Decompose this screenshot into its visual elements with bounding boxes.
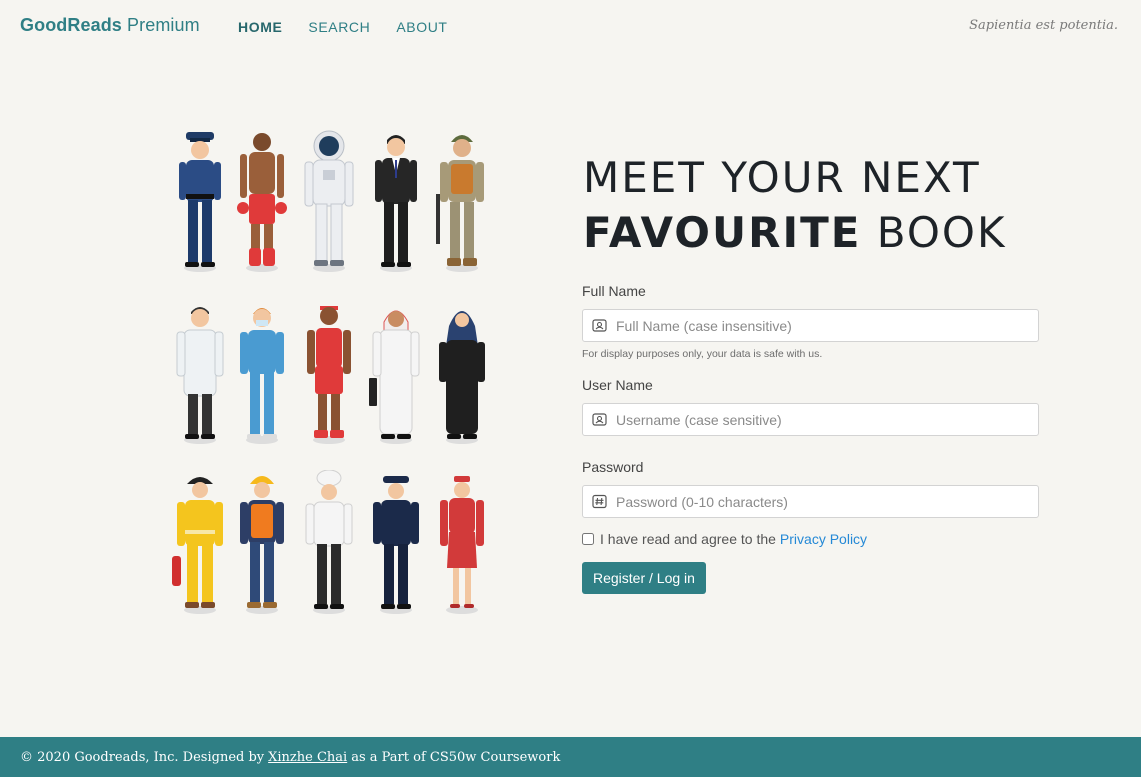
footer-copyright: © 2020 Goodreads, Inc. Designed by bbox=[20, 749, 265, 765]
privacy-policy-link[interactable]: Privacy Policy bbox=[780, 531, 867, 547]
privacy-agree-text: I have read and agree to the bbox=[600, 531, 776, 547]
privacy-agreement: I have read and agree to the Privacy Pol… bbox=[582, 531, 1039, 547]
astronaut-figure bbox=[301, 128, 357, 274]
full-name-input-group bbox=[582, 309, 1039, 342]
password-label: Password bbox=[582, 459, 644, 475]
professions-illustration bbox=[168, 128, 490, 618]
register-login-button[interactable]: Register / Log in bbox=[582, 562, 706, 594]
footer: © 2020 Goodreads, Inc. Designed by Xinzh… bbox=[0, 737, 1141, 777]
full-name-help-text: For display purposes only, your data is … bbox=[582, 348, 823, 360]
nav-about-link[interactable]: ABOUT bbox=[396, 19, 447, 35]
footer-suffix: as a Part of CS50w Coursework bbox=[351, 749, 561, 765]
hero-heading: MEET YOUR NEXT FAVOURITE BOOK bbox=[583, 150, 1007, 260]
full-name-input[interactable] bbox=[616, 310, 1034, 341]
hero-line-1: MEET YOUR NEXT bbox=[583, 153, 981, 202]
pilot-figure bbox=[368, 470, 424, 616]
footer-author-link[interactable]: Xinzhe Chai bbox=[268, 750, 347, 765]
person-card-icon bbox=[592, 413, 607, 426]
brand-suffix: Premium bbox=[127, 15, 200, 35]
businessman-figure bbox=[368, 128, 424, 274]
hash-icon bbox=[592, 494, 607, 509]
user-name-input[interactable] bbox=[616, 404, 1034, 435]
person-card-icon bbox=[592, 319, 607, 332]
flight-attendant-figure bbox=[434, 470, 490, 616]
nav-search-link[interactable]: SEARCH bbox=[308, 19, 370, 35]
hero-line-2-rest: BOOK bbox=[861, 208, 1007, 257]
full-name-label: Full Name bbox=[582, 283, 646, 299]
doctor-figure bbox=[172, 300, 228, 446]
register-login-form: Full Name For display purposes only, you… bbox=[582, 283, 1039, 594]
navbar: GoodReads Premium HOME SEARCH ABOUT Sapi… bbox=[0, 0, 1141, 54]
motto-text: Sapientia est potentia. bbox=[969, 18, 1118, 33]
chef-figure bbox=[301, 470, 357, 616]
user-name-input-group bbox=[582, 403, 1039, 436]
nurse-figure bbox=[234, 300, 290, 446]
nav-home-link[interactable]: HOME bbox=[238, 19, 282, 35]
police-officer-figure bbox=[172, 128, 228, 274]
privacy-agree-checkbox[interactable] bbox=[582, 533, 594, 545]
basketball-player-figure bbox=[301, 300, 357, 446]
soldier-figure bbox=[434, 128, 490, 274]
woman-in-hijab-figure bbox=[434, 300, 490, 446]
brand-logo[interactable]: GoodReads Premium bbox=[20, 15, 200, 36]
password-input[interactable] bbox=[616, 486, 1034, 517]
firefighter-figure bbox=[172, 470, 228, 616]
hero-emphasis: FAVOURITE bbox=[583, 208, 862, 257]
password-input-group bbox=[582, 485, 1039, 518]
hero-line-2: FAVOURITE BOOK bbox=[583, 205, 1007, 260]
arab-man-figure bbox=[368, 300, 424, 446]
nav-links: HOME SEARCH ABOUT bbox=[238, 19, 474, 35]
user-name-label: User Name bbox=[582, 377, 653, 393]
boxer-figure bbox=[234, 128, 290, 274]
brand-name: GoodReads bbox=[20, 15, 122, 35]
construction-worker-figure bbox=[234, 470, 290, 616]
